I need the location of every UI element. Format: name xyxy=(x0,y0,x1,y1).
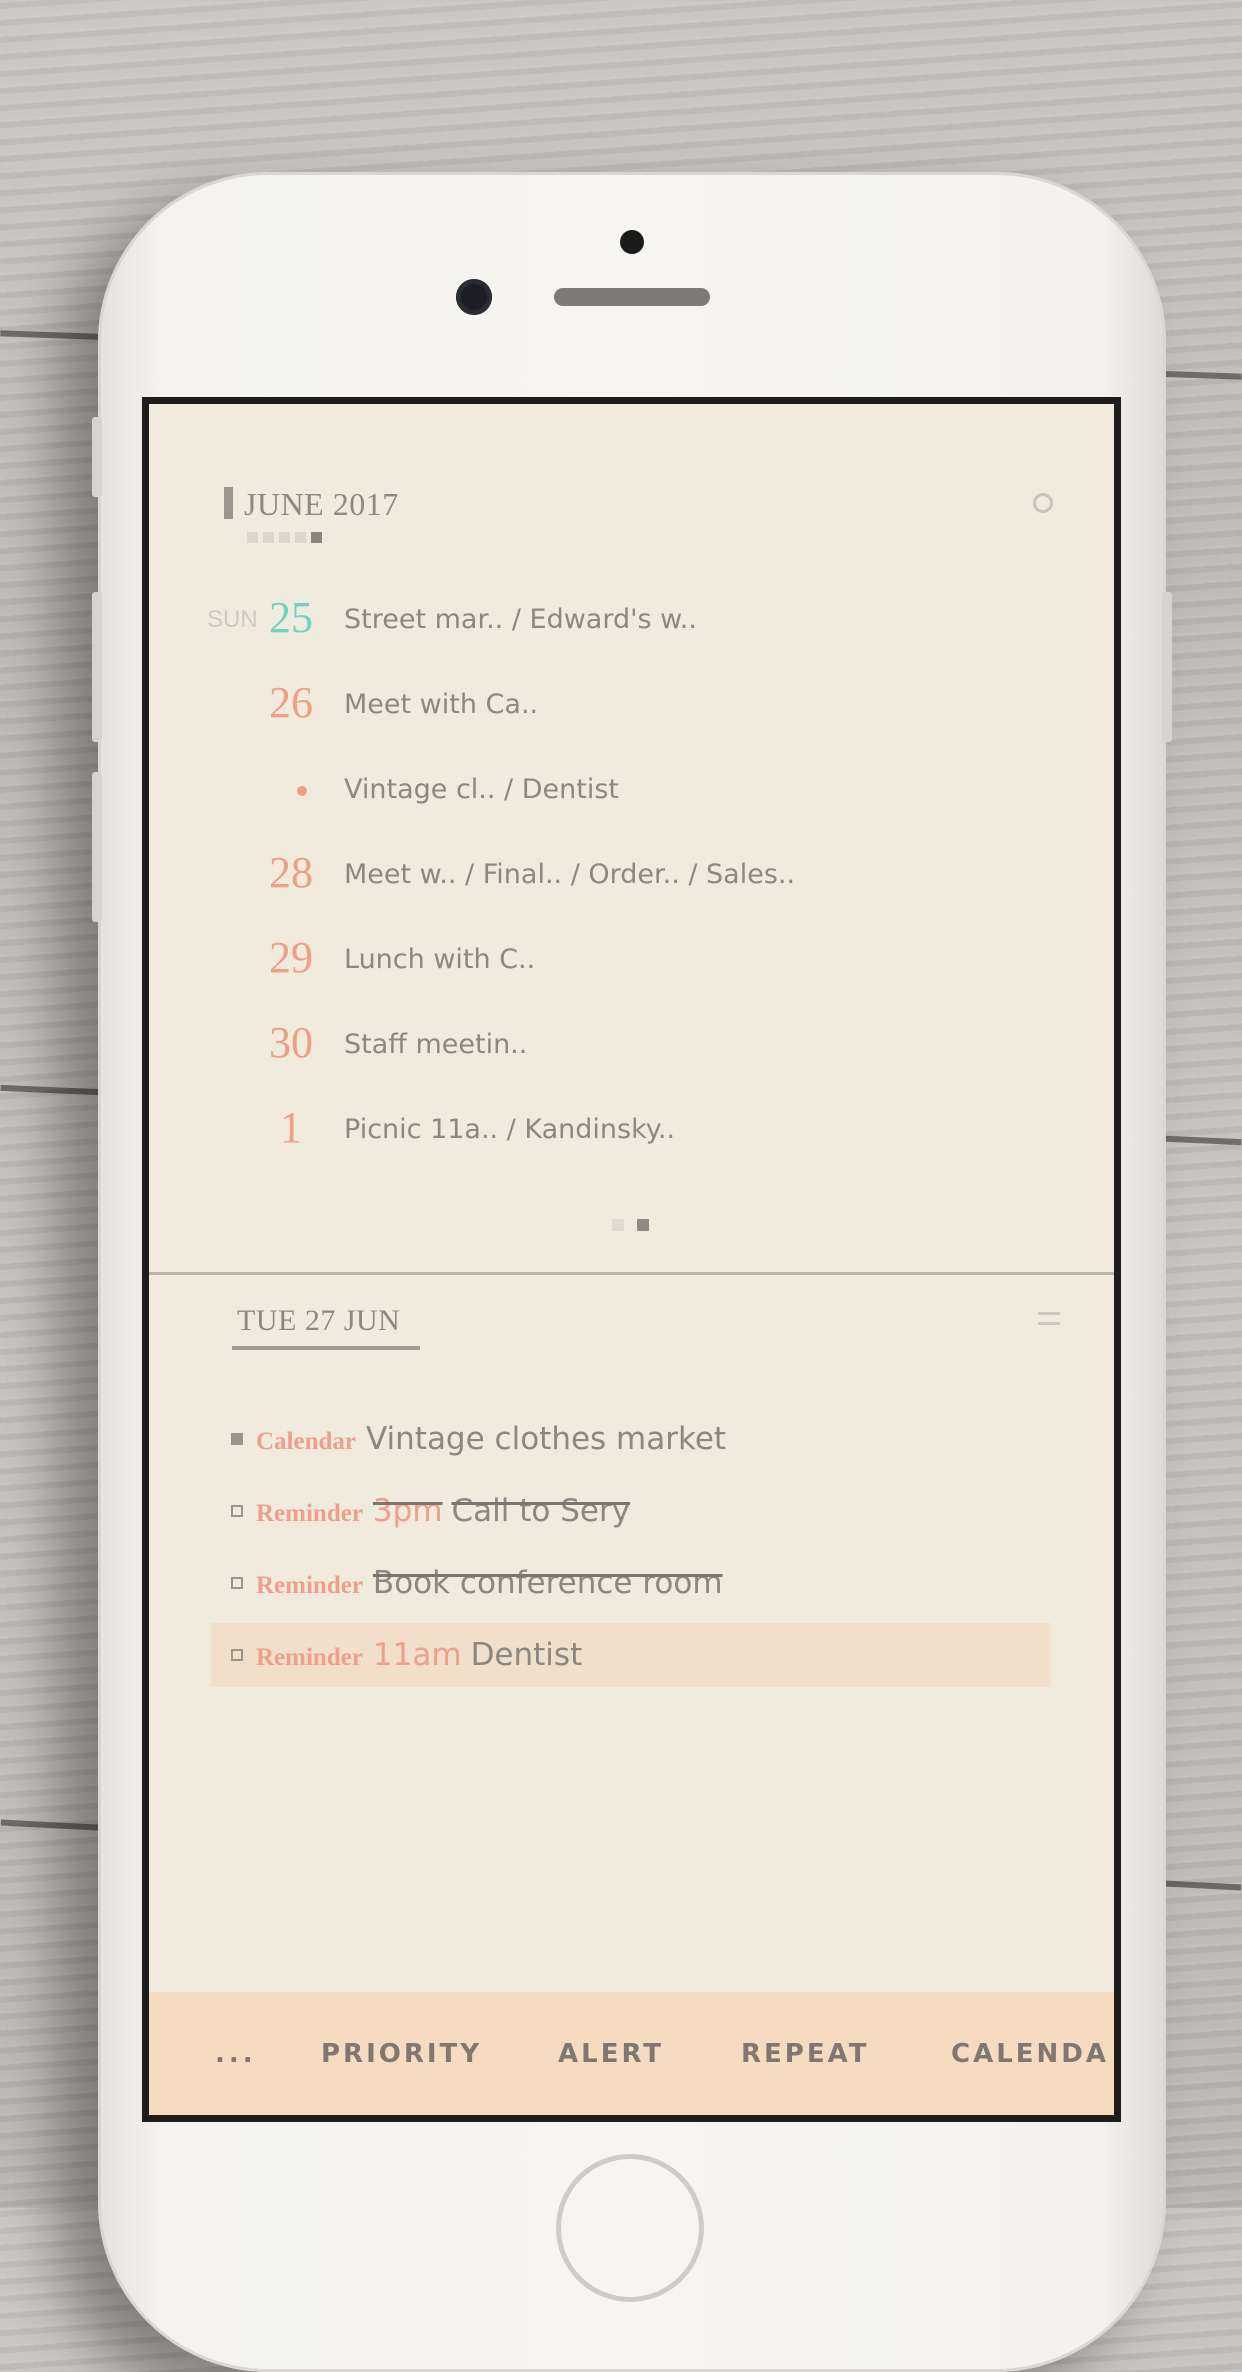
month-marker xyxy=(224,487,233,519)
day-number: 26 xyxy=(269,678,313,727)
day-number: 29 xyxy=(269,933,313,982)
volume-up-button xyxy=(92,592,102,742)
item-title: Call to Sery xyxy=(451,1493,631,1529)
item-title: Book conference room xyxy=(372,1565,723,1601)
item-row[interactable]: Calendar Vintage clothes market xyxy=(211,1407,1051,1471)
alert-button[interactable]: ALERT xyxy=(558,2039,664,2069)
item-time: 11am xyxy=(372,1637,462,1673)
week-dot-active xyxy=(311,532,322,543)
front-sensor xyxy=(620,230,644,254)
section-divider[interactable] xyxy=(149,1272,1114,1275)
item-row[interactable]: Reminder Book conference room xyxy=(211,1551,1051,1615)
day-events-summary: Street mar.. / Edward's w.. xyxy=(344,604,697,635)
mute-switch xyxy=(92,417,102,497)
selected-day-dot xyxy=(297,786,307,796)
month-title[interactable]: JUNE 2017 xyxy=(244,486,399,523)
more-button[interactable]: ... xyxy=(215,2039,257,2069)
bottom-toolbar: ... PRIORITY ALERT REPEAT CALENDA xyxy=(149,1992,1114,2115)
item-title: Vintage clothes market xyxy=(366,1421,727,1457)
item-text: Reminder 3pm Call to Sery xyxy=(256,1493,630,1529)
day-events-summary: Meet with Ca.. xyxy=(344,689,539,720)
item-row-selected[interactable]: Reminder 11am Dentist xyxy=(211,1623,1051,1687)
power-button xyxy=(1162,592,1172,742)
today-day-number: 25 xyxy=(269,593,313,642)
page-dot xyxy=(612,1219,624,1231)
day-row[interactable]: 28 Meet w.. / Final.. / Order.. / Sales.. xyxy=(149,847,1114,907)
item-type-label: Reminder xyxy=(256,1572,363,1599)
repeat-button[interactable]: REPEAT xyxy=(741,2039,869,2069)
page-dot-active xyxy=(637,1219,649,1231)
item-row[interactable]: Reminder 3pm Call to Sery xyxy=(211,1479,1051,1543)
day-events-summary: Meet w.. / Final.. / Order.. / Sales.. xyxy=(344,859,796,890)
selected-date-underline xyxy=(232,1346,420,1350)
selected-date-title[interactable]: TUE 27 JUN xyxy=(237,1304,400,1338)
calendar-app: JUNE 2017 SUN 25 Street mar.. / Edward's w… xyxy=(149,404,1114,2115)
day-number: 1 xyxy=(280,1103,302,1152)
settings-icon[interactable] xyxy=(1033,493,1053,513)
home-button[interactable] xyxy=(556,2154,704,2302)
day-events-summary: Lunch with C.. xyxy=(344,944,536,975)
day-row[interactable]: Vintage cl.. / Dentist xyxy=(149,762,1114,822)
item-time: 3pm xyxy=(372,1493,443,1529)
day-events-summary: Staff meetin.. xyxy=(344,1029,528,1060)
reminder-checkbox[interactable] xyxy=(231,1577,243,1589)
item-body: Vintage clothes market xyxy=(366,1421,726,1457)
day-events-summary: Vintage cl.. / Dentist xyxy=(344,774,619,805)
day-number: 30 xyxy=(269,1018,313,1067)
calendar-button[interactable]: CALENDA xyxy=(951,2039,1109,2069)
event-bullet-icon xyxy=(231,1433,243,1445)
week-dot xyxy=(247,532,258,543)
day-number: 28 xyxy=(269,848,313,897)
item-text: Reminder Book conference room xyxy=(256,1565,723,1601)
volume-down-button xyxy=(92,772,102,922)
item-body: 3pm Call to Sery xyxy=(373,1493,630,1529)
week-indicator xyxy=(247,532,322,543)
item-body: Book conference room xyxy=(373,1565,723,1601)
day-events-summary: Picnic 11a.. / Kandinsky.. xyxy=(344,1114,676,1145)
page-indicator xyxy=(612,1219,649,1231)
day-row[interactable]: 29 Lunch with C.. xyxy=(149,932,1114,992)
item-type-label: Reminder xyxy=(256,1500,363,1527)
item-title: Dentist xyxy=(470,1637,583,1673)
front-camera xyxy=(456,279,492,315)
day-row[interactable]: 1 Picnic 11a.. / Kandinsky.. xyxy=(149,1102,1114,1162)
phone-screen: JUNE 2017 SUN 25 Street mar.. / Edward's w… xyxy=(142,397,1121,2122)
reminder-checkbox[interactable] xyxy=(231,1649,243,1661)
item-text: Calendar Vintage clothes market xyxy=(256,1421,726,1457)
reminder-checkbox[interactable] xyxy=(231,1505,243,1517)
item-text: Reminder 11am Dentist xyxy=(256,1637,582,1673)
menu-icon[interactable] xyxy=(1038,1312,1060,1332)
week-dot xyxy=(295,532,306,543)
item-body: 11am Dentist xyxy=(373,1637,582,1673)
item-type-label: Reminder xyxy=(256,1644,363,1671)
day-row[interactable]: SUN 25 Street mar.. / Edward's w.. xyxy=(149,592,1114,652)
priority-button[interactable]: PRIORITY xyxy=(321,2039,482,2069)
week-dot xyxy=(263,532,274,543)
earpiece-speaker xyxy=(554,288,710,306)
item-type-label: Calendar xyxy=(256,1428,356,1455)
week-dot xyxy=(279,532,290,543)
day-row[interactable]: 30 Staff meetin.. xyxy=(149,1017,1114,1077)
day-row[interactable]: 26 Meet with Ca.. xyxy=(149,677,1114,737)
